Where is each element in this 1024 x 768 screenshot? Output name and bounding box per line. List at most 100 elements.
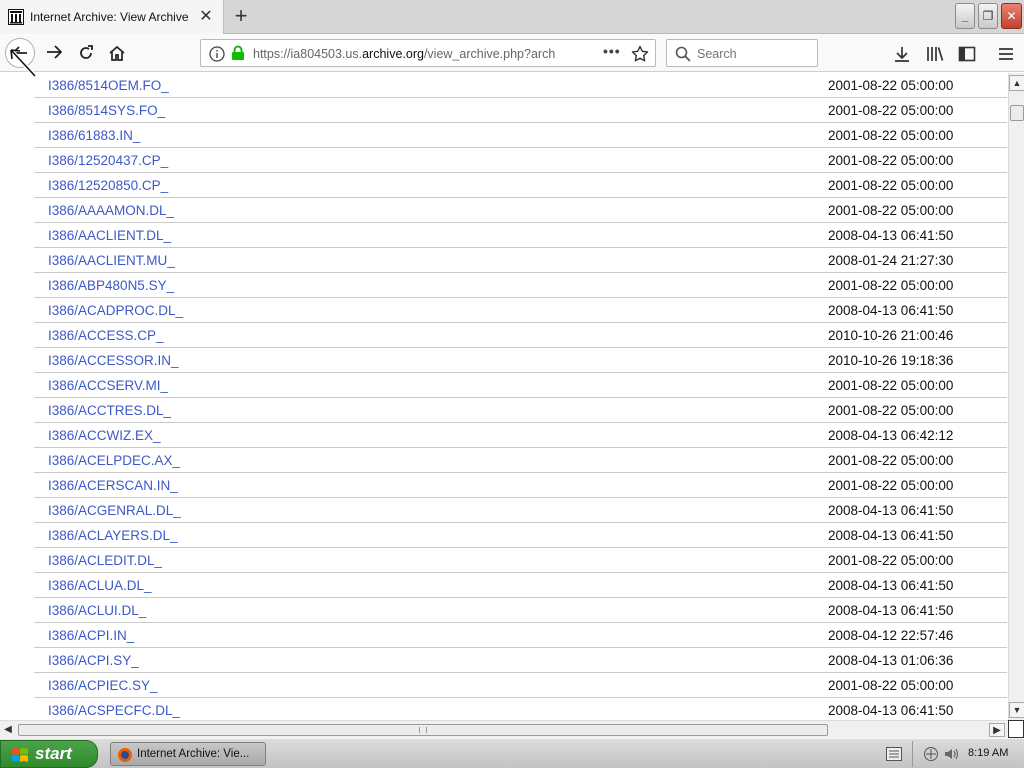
horizontal-scroll-thumb[interactable] — [18, 724, 828, 736]
file-link[interactable]: I386/ACCTRES.DL_ — [48, 403, 171, 418]
file-date: 2008-04-13 06:42:12 — [828, 428, 954, 443]
tab-title: Internet Archive: View Archive — [30, 10, 189, 24]
search-input[interactable] — [697, 44, 813, 63]
vertical-scroll-thumb[interactable] — [1010, 105, 1024, 121]
search-box[interactable] — [666, 39, 818, 67]
tab-close-icon[interactable]: ✕ — [196, 7, 216, 27]
network-icon[interactable] — [923, 746, 939, 762]
address-bar[interactable]: https://ia804503.us.archive.org/view_arc… — [200, 39, 656, 67]
file-date: 2001-08-22 05:00:00 — [828, 178, 954, 193]
scroll-up-icon[interactable]: ▲ — [1009, 75, 1024, 91]
vertical-scrollbar[interactable]: ▲ ▼ — [1008, 73, 1024, 720]
table-row: I386/ACCWIZ.EX_ 2008-04-13 06:42:12 — [34, 423, 1007, 448]
file-date: 2008-04-13 06:41:50 — [828, 528, 954, 543]
table-row: I386/ACCTRES.DL_ 2001-08-22 05:00:00 — [34, 398, 1007, 423]
forward-button[interactable] — [40, 39, 68, 67]
horizontal-scrollbar[interactable]: ◀ ▶ — [0, 720, 1008, 738]
file-date: 2008-04-13 06:41:50 — [828, 228, 954, 243]
table-row: I386/AAAAMON.DL_ 2001-08-22 05:00:00 — [34, 198, 1007, 223]
info-icon[interactable] — [209, 46, 225, 62]
url-path: /view_archive.php?arch — [423, 47, 556, 61]
restore-button[interactable]: ❐ — [978, 3, 998, 29]
sidebar-icon[interactable] — [957, 44, 977, 64]
file-link[interactable]: I386/61883.IN_ — [48, 128, 140, 143]
file-date: 2008-04-13 06:41:50 — [828, 603, 954, 618]
file-date: 2001-08-22 05:00:00 — [828, 553, 954, 568]
volume-icon[interactable] — [943, 746, 959, 762]
file-date: 2008-01-24 21:27:30 — [828, 253, 954, 268]
file-link[interactable]: I386/8514SYS.FO_ — [48, 103, 165, 118]
taskbar-item-firefox[interactable]: Internet Archive: Vie... — [110, 742, 266, 766]
scrollbar-corner — [1008, 720, 1024, 738]
file-link[interactable]: I386/ACELPDEC.AX_ — [48, 453, 180, 468]
bookmark-star-icon[interactable] — [631, 45, 649, 63]
download-icon[interactable] — [892, 44, 912, 64]
table-row: I386/AACLIENT.DL_ 2008-04-13 06:41:50 — [34, 223, 1007, 248]
library-icon[interactable] — [925, 44, 945, 64]
close-window-button[interactable]: ✕ — [1001, 3, 1022, 29]
scroll-left-icon[interactable]: ◀ — [0, 723, 16, 737]
table-row: I386/ACCESS.CP_ 2010-10-26 21:00:46 — [34, 323, 1007, 348]
file-link[interactable]: I386/ACLEDIT.DL_ — [48, 553, 162, 568]
archive-file-list: I386/8514OEM.FO_ 2001-08-22 05:00:00 I386/… — [0, 73, 1008, 720]
table-row: I386/ACLAYERS.DL_ 2008-04-13 06:41:50 — [34, 523, 1007, 548]
tab-internet-archive[interactable]: Internet Archive: View Archive ✕ — [0, 0, 224, 34]
back-button[interactable] — [5, 38, 35, 68]
file-link[interactable]: I386/AACLIENT.MU_ — [48, 253, 175, 268]
minimize-button[interactable]: _ — [955, 3, 975, 29]
file-date: 2008-04-13 06:41:50 — [828, 703, 954, 718]
file-link[interactable]: I386/ABP480N5.SY_ — [48, 278, 174, 293]
file-link[interactable]: I386/ACPIEC.SY_ — [48, 678, 158, 693]
windows-logo-icon — [12, 748, 28, 762]
archive-favicon-icon — [8, 9, 24, 25]
table-row: I386/12520850.CP_ 2001-08-22 05:00:00 — [34, 173, 1007, 198]
file-link[interactable]: I386/ACLUA.DL_ — [48, 578, 152, 593]
hamburger-menu-icon[interactable] — [996, 44, 1016, 64]
keyboard-icon[interactable] — [886, 747, 902, 761]
url-prefix: https://ia804503.us. — [253, 47, 363, 61]
url-text[interactable]: https://ia804503.us.archive.org/view_arc… — [253, 47, 571, 61]
file-link[interactable]: I386/ACSPECFC.DL_ — [48, 703, 180, 718]
file-link[interactable]: I386/ACLUI.DL_ — [48, 603, 146, 618]
file-date: 2008-04-13 06:41:50 — [828, 503, 954, 518]
tab-strip: Internet Archive: View Archive ✕ + _ ❐ ✕ — [0, 0, 1024, 34]
file-link[interactable]: I386/ACPI.SY_ — [48, 653, 139, 668]
file-link[interactable]: I386/ACADPROC.DL_ — [48, 303, 183, 318]
table-row: I386/ACELPDEC.AX_ 2001-08-22 05:00:00 — [34, 448, 1007, 473]
table-row: I386/ACLUI.DL_ 2008-04-13 06:41:50 — [34, 598, 1007, 623]
page-actions-icon[interactable]: ••• — [603, 43, 621, 59]
url-host: archive.org — [362, 47, 424, 61]
home-button[interactable] — [103, 39, 131, 67]
new-tab-button[interactable]: + — [228, 3, 254, 29]
file-link[interactable]: I386/12520437.CP_ — [48, 153, 168, 168]
file-link[interactable]: I386/AACLIENT.DL_ — [48, 228, 171, 243]
start-button[interactable]: start — [0, 740, 98, 768]
scroll-right-icon[interactable]: ▶ — [989, 723, 1005, 737]
start-label: start — [35, 744, 72, 763]
file-date: 2001-08-22 05:00:00 — [828, 153, 954, 168]
file-link[interactable]: I386/ACCWIZ.EX_ — [48, 428, 161, 443]
table-row: I386/ACGENRAL.DL_ 2008-04-13 06:41:50 — [34, 498, 1007, 523]
scroll-down-icon[interactable]: ▼ — [1009, 702, 1024, 718]
file-link[interactable]: I386/ACCESSOR.IN_ — [48, 353, 179, 368]
reload-button[interactable] — [72, 39, 100, 67]
file-link[interactable]: I386/12520850.CP_ — [48, 178, 168, 193]
table-row: I386/AACLIENT.MU_ 2008-01-24 21:27:30 — [34, 248, 1007, 273]
table-row: I386/ACSPECFC.DL_ 2008-04-13 06:41:50 — [34, 698, 1007, 720]
table-row: I386/12520437.CP_ 2001-08-22 05:00:00 — [34, 148, 1007, 173]
file-link[interactable]: I386/ACPI.IN_ — [48, 628, 134, 643]
search-icon — [675, 46, 691, 62]
table-row: I386/8514OEM.FO_ 2001-08-22 05:00:00 — [34, 73, 1007, 98]
file-link[interactable]: I386/ACLAYERS.DL_ — [48, 528, 178, 543]
file-link[interactable]: I386/AAAAMON.DL_ — [48, 203, 174, 218]
file-date: 2001-08-22 05:00:00 — [828, 278, 954, 293]
file-link[interactable]: I386/ACERSCAN.IN_ — [48, 478, 178, 493]
tray-divider — [912, 741, 913, 767]
file-link[interactable]: I386/ACCSERV.MI_ — [48, 378, 168, 393]
table-row: I386/ACCESSOR.IN_ 2010-10-26 19:18:36 — [34, 348, 1007, 373]
file-link[interactable]: I386/ACCESS.CP_ — [48, 328, 164, 343]
table-row: I386/ACPI.IN_ 2008-04-12 22:57:46 — [34, 623, 1007, 648]
file-link[interactable]: I386/ACGENRAL.DL_ — [48, 503, 181, 518]
file-link[interactable]: I386/8514OEM.FO_ — [48, 78, 169, 93]
arrow-left-icon — [11, 46, 27, 60]
